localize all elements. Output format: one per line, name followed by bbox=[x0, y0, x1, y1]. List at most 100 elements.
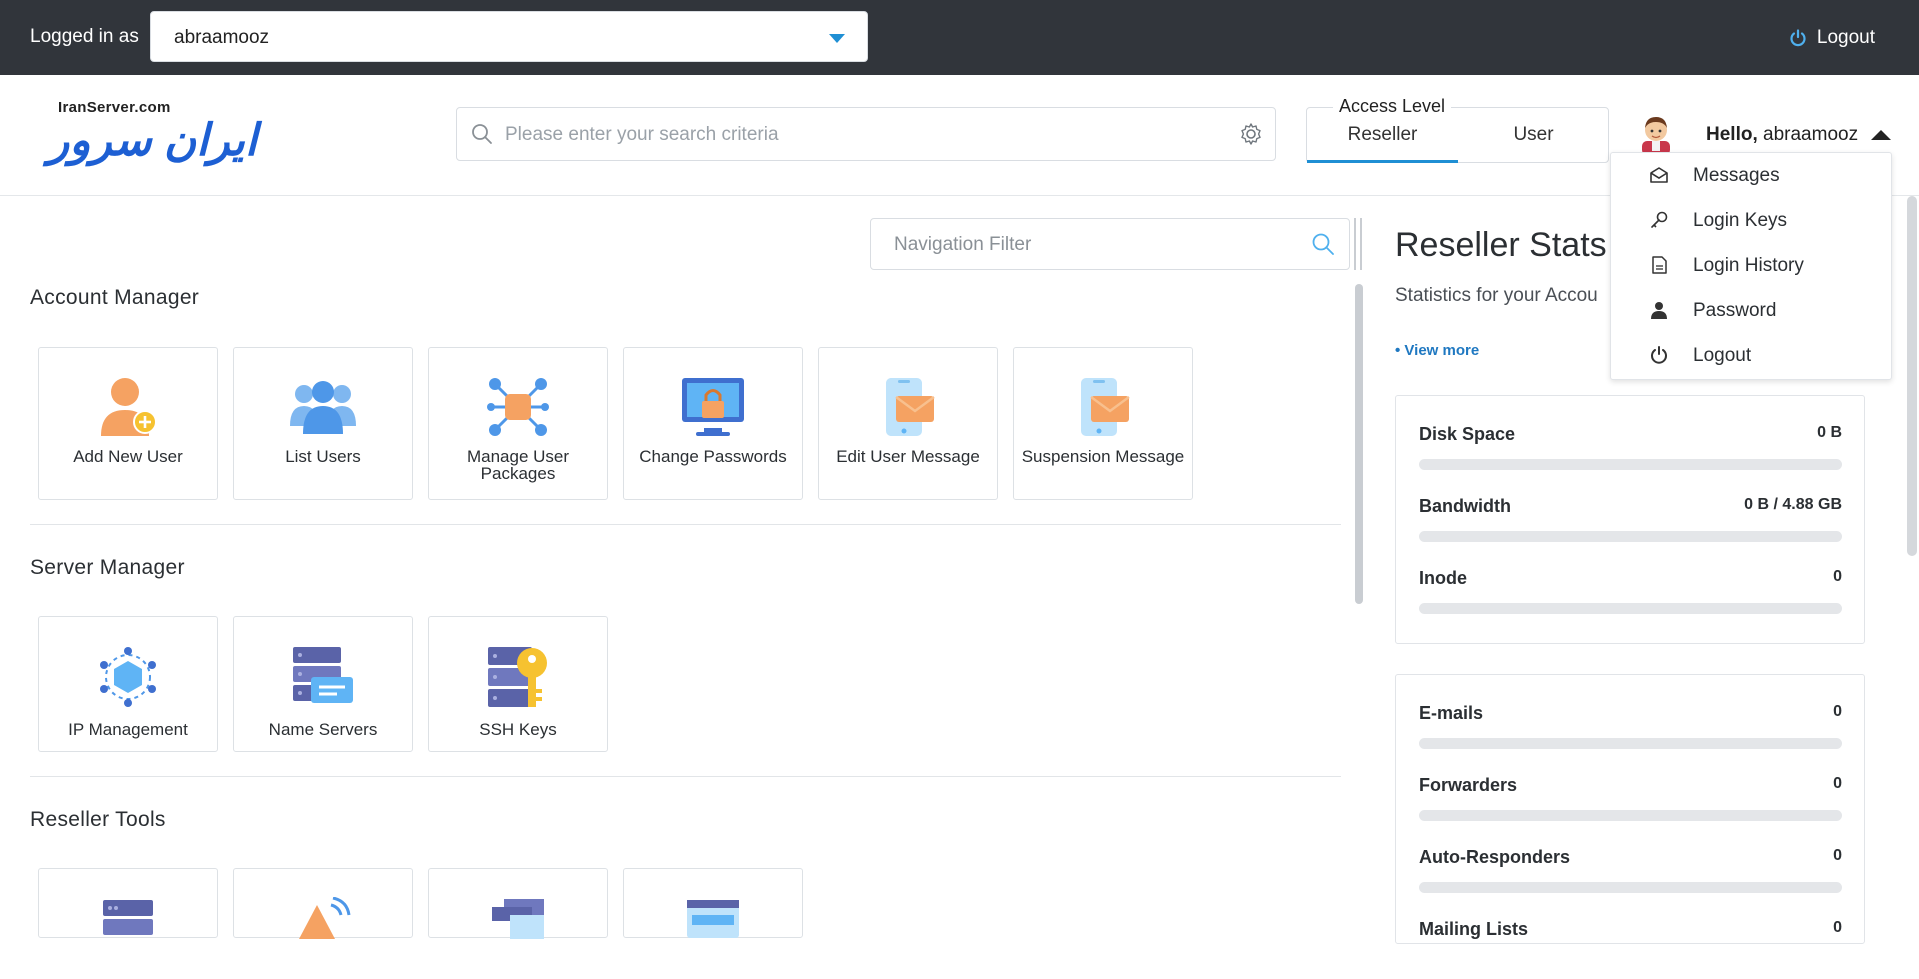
view-more-link[interactable]: • View more bbox=[1395, 342, 1479, 359]
tile-ssh-keys[interactable]: SSH Keys bbox=[428, 616, 608, 752]
gear-icon[interactable] bbox=[1239, 122, 1263, 146]
stat-progress-bar bbox=[1419, 603, 1842, 614]
stat-label: Bandwidth bbox=[1419, 496, 1511, 516]
section-divider bbox=[30, 524, 1341, 525]
section-title-account-manager: Account Manager bbox=[30, 286, 200, 309]
stat-emails: E-mails 0 bbox=[1419, 703, 1842, 763]
stat-value: 0 bbox=[1833, 703, 1842, 720]
greeting[interactable]: Hello, abraamooz bbox=[1706, 124, 1858, 146]
access-option-reseller[interactable]: Reseller bbox=[1307, 124, 1458, 146]
phone-mail-icon bbox=[886, 378, 935, 436]
stats-card-disk: Disk Space 0 B Bandwidth 0 B / 4.88 GB I… bbox=[1395, 395, 1865, 644]
section-title-server-manager: Server Manager bbox=[30, 556, 185, 579]
stat-bandwidth: Bandwidth 0 B / 4.88 GB bbox=[1419, 496, 1842, 556]
lock-monitor-icon bbox=[682, 378, 744, 436]
tile-change-passwords[interactable]: Change Passwords bbox=[623, 347, 803, 500]
tile-label: SSH Keys bbox=[479, 720, 557, 739]
server-key-icon bbox=[488, 647, 547, 707]
stat-value: 0 B bbox=[1817, 424, 1842, 441]
server-stack-icon bbox=[103, 900, 153, 935]
reseller-stats-panel: Reseller Stats Statistics for your Accou… bbox=[1395, 196, 1919, 944]
stats-subtitle: Statistics for your Accou bbox=[1395, 285, 1598, 306]
logout-button[interactable]: Logout bbox=[1789, 27, 1875, 49]
greeting-prefix: Hello, bbox=[1706, 124, 1758, 145]
tile-add-new-user[interactable]: Add New User bbox=[38, 347, 218, 500]
greeting-username: abraamooz bbox=[1763, 124, 1859, 145]
tile-reseller-tool-3[interactable] bbox=[428, 868, 608, 939]
tile-label: List Users bbox=[285, 447, 361, 466]
stat-forwarders: Forwarders 0 bbox=[1419, 775, 1842, 835]
main-navigation: Navigation Filter Account Manager Add Ne… bbox=[0, 196, 1363, 939]
stat-label: Inode bbox=[1419, 568, 1467, 588]
stats-card-email: E-mails 0 Forwarders 0 Auto-Responders 0… bbox=[1395, 674, 1865, 944]
access-option-user[interactable]: User bbox=[1458, 124, 1609, 146]
stat-progress-bar bbox=[1419, 810, 1842, 821]
stat-auto-responders: Auto-Responders 0 bbox=[1419, 847, 1842, 907]
navigation-scrollbar[interactable] bbox=[1355, 284, 1363, 604]
tile-label: Name Servers bbox=[268, 720, 378, 739]
tile-label: Add New User bbox=[73, 447, 183, 466]
stat-label: Mailing Lists bbox=[1419, 919, 1529, 939]
navigation-filter-placeholder: Navigation Filter bbox=[894, 234, 1032, 255]
stat-label: Auto-Responders bbox=[1419, 847, 1571, 867]
logo-wordmark: ایران سرور bbox=[48, 116, 259, 165]
add-user-icon bbox=[101, 378, 157, 436]
stat-progress-bar bbox=[1419, 459, 1842, 470]
user-select[interactable]: abraamooz bbox=[150, 11, 868, 62]
stats-title: Reseller Stats bbox=[1395, 226, 1607, 264]
tile-edit-user-message[interactable]: Edit User Message bbox=[818, 347, 998, 500]
stat-label: E-mails bbox=[1419, 703, 1484, 723]
stat-progress-bar bbox=[1419, 531, 1842, 542]
logout-label: Logout bbox=[1816, 27, 1875, 48]
tile-reseller-tool-4[interactable] bbox=[623, 868, 803, 938]
stat-inode: Inode 0 bbox=[1419, 568, 1842, 628]
menu-label-messages: Messages bbox=[1693, 165, 1780, 186]
packages-icon bbox=[487, 378, 549, 436]
search-box[interactable]: Please enter your search criteria bbox=[456, 107, 1276, 161]
access-level-legend: Access Level bbox=[1333, 96, 1452, 117]
section-title-reseller-tools: Reseller Tools bbox=[30, 808, 166, 831]
tile-label: Change Passwords bbox=[639, 447, 787, 466]
tile-ip-management[interactable]: IP Management bbox=[38, 616, 218, 752]
tile-label: Edit User Message bbox=[836, 447, 980, 466]
phone-mail-icon bbox=[1081, 378, 1130, 436]
stat-value: 0 bbox=[1833, 568, 1842, 585]
search-placeholder: Please enter your search criteria bbox=[505, 124, 779, 145]
tile-reseller-tool-1[interactable] bbox=[38, 868, 218, 938]
layers-icon bbox=[492, 899, 544, 939]
user-select-value: abraamooz bbox=[174, 27, 270, 48]
section-divider bbox=[30, 776, 1341, 777]
stat-value: 0 bbox=[1833, 919, 1842, 936]
power-icon bbox=[1790, 29, 1806, 47]
tile-manage-user-packages[interactable]: Manage User Packages bbox=[428, 347, 608, 500]
stat-progress-bar bbox=[1419, 738, 1842, 749]
tile-list-users[interactable]: List Users bbox=[233, 347, 413, 500]
search-icon bbox=[1312, 233, 1334, 255]
tile-name-servers[interactable]: Name Servers bbox=[233, 616, 413, 752]
chevron-up-icon[interactable] bbox=[1871, 130, 1891, 140]
logo[interactable]: IranServer.com ایران سرور bbox=[46, 99, 291, 169]
avatar[interactable] bbox=[1638, 113, 1674, 155]
tile-label: Manage User Packages bbox=[466, 447, 570, 483]
tile-suspension-message[interactable]: Suspension Message bbox=[1013, 347, 1193, 500]
access-level-switch: Access Level Reseller User bbox=[1306, 96, 1609, 163]
window-icon bbox=[687, 900, 739, 938]
navigation-filter-input[interactable]: Navigation Filter bbox=[870, 218, 1350, 270]
network-icon bbox=[100, 647, 156, 707]
users-icon bbox=[290, 381, 356, 434]
top-bar: Logged in as abraamooz Logout bbox=[0, 0, 1919, 75]
stat-label: Forwarders bbox=[1419, 775, 1518, 795]
tile-reseller-tool-2[interactable] bbox=[233, 868, 413, 939]
stat-value: 0 bbox=[1833, 847, 1842, 864]
menu-item-messages[interactable]: Messages bbox=[1611, 153, 1891, 198]
stat-value: 0 B / 4.88 GB bbox=[1744, 496, 1842, 513]
tile-label: Suspension Message bbox=[1021, 447, 1185, 466]
search-icon bbox=[472, 124, 492, 144]
broadcast-icon bbox=[299, 897, 351, 939]
stat-disk-space: Disk Space 0 B bbox=[1419, 424, 1842, 484]
chevron-down-icon bbox=[829, 34, 845, 43]
stat-value: 0 bbox=[1833, 775, 1842, 792]
resize-handle[interactable] bbox=[1354, 218, 1362, 270]
page-scrollbar[interactable] bbox=[1907, 196, 1917, 556]
stat-label: Disk Space bbox=[1419, 424, 1516, 444]
